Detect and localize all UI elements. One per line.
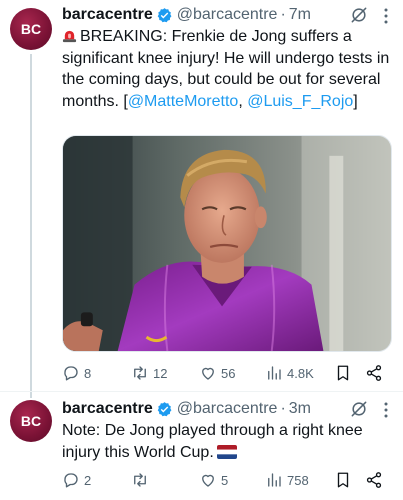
like-count: 5 [221, 472, 229, 488]
tweet-actions: 2 5 758 [62, 468, 393, 492]
reply-icon [64, 473, 78, 488]
reply-button[interactable]: 8 [62, 361, 91, 385]
bookmark-button[interactable] [334, 468, 352, 492]
more-icon[interactable] [383, 401, 389, 419]
share-button[interactable] [365, 468, 383, 492]
display-name[interactable]: barcacentre [62, 400, 153, 418]
like-count: 56 [221, 365, 236, 381]
tweet-text: Note: De Jong played through a right kne… [62, 420, 393, 463]
tweet-actions: 8 12 56 4.8K [62, 361, 393, 385]
netherlands-flag-emoji [216, 444, 237, 459]
mention-link-1[interactable]: @MatteMoretto [128, 93, 239, 110]
handle[interactable]: @barcacentre [177, 6, 278, 24]
grok-icon[interactable] [349, 399, 369, 419]
siren-emoji [62, 30, 77, 43]
retweet-button[interactable]: 12 [131, 361, 167, 385]
tweet-text-end: ] [353, 92, 358, 110]
timestamp[interactable]: 7m [289, 6, 311, 24]
share-icon [366, 365, 382, 381]
bookmark-icon [337, 472, 349, 488]
more-icon[interactable] [383, 7, 389, 25]
like-icon [202, 474, 214, 487]
tweet-header: barcacentre @barcacentre · 3m [62, 398, 395, 420]
handle[interactable]: @barcacentre [177, 400, 278, 418]
avatar[interactable]: BC [10, 400, 52, 442]
like-button[interactable]: 5 [199, 468, 228, 492]
tweet-text-main: Note: De Jong played through a right kne… [62, 422, 363, 461]
reply-icon [64, 366, 78, 381]
tweet-1[interactable]: BC barcacentre @barcacentre · 7m BREAKIN… [0, 0, 403, 392]
verified-badge-icon [157, 7, 172, 22]
avatar[interactable]: BC [10, 8, 52, 50]
retweet-button[interactable] [131, 468, 153, 492]
reply-count: 8 [84, 365, 92, 381]
retweet-icon [134, 473, 146, 487]
avatar-initials: BC [21, 413, 41, 429]
mention-link-2[interactable]: @Luis_F_Rojo [247, 93, 353, 110]
thread-line [30, 54, 32, 392]
views-button[interactable]: 4.8K [265, 361, 314, 385]
thread-line-top [30, 392, 32, 398]
views-count: 758 [287, 472, 309, 488]
reply-button[interactable]: 2 [62, 468, 91, 492]
avatar-logo-icon: BC [21, 413, 41, 429]
retweet-count: 12 [153, 365, 168, 381]
bookmark-icon [337, 365, 349, 381]
display-name[interactable]: barcacentre [62, 6, 153, 24]
bookmark-button[interactable] [334, 361, 352, 385]
like-icon [202, 367, 214, 380]
retweet-icon [134, 366, 146, 380]
verified-badge-icon [157, 401, 172, 416]
grok-icon[interactable] [349, 5, 369, 25]
like-button[interactable]: 56 [199, 361, 235, 385]
separator-dot: · [280, 400, 286, 417]
reply-count: 2 [84, 472, 92, 488]
views-icon [268, 473, 281, 487]
mention-separator: , [238, 92, 248, 110]
tweet-2[interactable]: BC barcacentre @barcacentre · 3m Note: D… [0, 392, 403, 500]
views-button[interactable]: 758 [265, 468, 309, 492]
avatar-initials: BC [21, 21, 41, 37]
player-photo [63, 136, 391, 351]
tweet-header: barcacentre @barcacentre · 7m [62, 4, 395, 26]
avatar-logo-icon: BC [21, 21, 41, 37]
timestamp[interactable]: 3m [289, 400, 311, 418]
views-icon [268, 366, 281, 380]
share-button[interactable] [365, 361, 383, 385]
tweet-image[interactable] [62, 135, 392, 352]
separator-dot: · [280, 6, 286, 23]
views-count: 4.8K [287, 365, 314, 381]
tweet-text: BREAKING: Frenkie de Jong suffers a sign… [62, 26, 393, 112]
share-icon [366, 472, 382, 488]
